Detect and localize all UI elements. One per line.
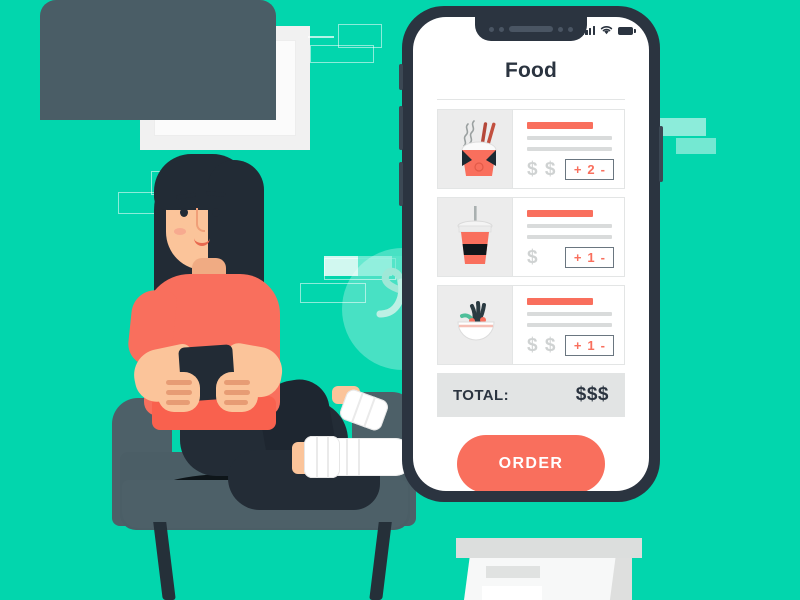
eye-left (180, 208, 188, 217)
noodle-takeout-box-icon (461, 120, 497, 176)
item-details: $ $ + 1 - (513, 286, 624, 364)
chair-backrest (40, 0, 276, 120)
item-thumbnail (438, 198, 513, 276)
cheek-blush (174, 228, 186, 235)
hand-right (216, 372, 258, 412)
delivery-box (456, 538, 642, 600)
notch-sensor-dot (558, 26, 563, 32)
cart-item-row[interactable]: $ + 1 - (437, 197, 625, 277)
item-price: $ $ (527, 335, 557, 356)
phone-silent-switch[interactable] (399, 64, 403, 90)
quantity-stepper[interactable]: + 1 - (564, 335, 614, 356)
item-thumbnail (438, 110, 513, 188)
total-value: $$$ (575, 384, 609, 405)
phone-power-button[interactable] (659, 126, 663, 182)
order-button[interactable]: ORDER (457, 435, 605, 491)
status-bar (581, 25, 636, 35)
box-label-bottom (482, 586, 542, 600)
item-price: $ $ (527, 159, 557, 180)
item-details: $ + 1 - (513, 198, 624, 276)
phone-volume-down-button[interactable] (399, 162, 403, 206)
salad-bowl-icon (457, 301, 495, 341)
item-desc-line (527, 235, 612, 239)
smartphone-mockup: Food $ $ + 2 - $ + 1 - $ $ + 1 - TOTAL: … (399, 6, 663, 502)
item-desc-line (527, 323, 612, 327)
item-price: $ (527, 247, 539, 268)
decrease-minus-button[interactable]: - (601, 163, 605, 176)
box-label-top (486, 566, 540, 578)
item-details: $ $ + 2 - (513, 110, 624, 188)
nose (196, 208, 205, 232)
page-title: Food (504, 59, 558, 82)
phone-screen: Food $ $ + 2 - $ + 1 - $ $ + 1 - TOTAL: … (413, 17, 649, 491)
total-label: TOTAL: (453, 386, 509, 404)
decrease-plus-button[interactable]: + (574, 163, 582, 176)
notch-sensor-dot (499, 26, 504, 32)
item-desc-line (527, 224, 612, 228)
chair-leg-left (153, 522, 176, 600)
quantity-value: 1 (587, 338, 595, 353)
deco-rect-right-4 (676, 138, 716, 154)
notch-sensor-dot (489, 26, 494, 32)
notch-camera-dot (568, 26, 573, 32)
cart-item-row[interactable]: $ $ + 1 - (437, 285, 625, 365)
box-lid (456, 538, 642, 558)
decrease-plus-button[interactable]: + (574, 251, 582, 264)
item-thumbnail (438, 286, 513, 364)
decrease-plus-button[interactable]: + (574, 339, 582, 352)
notch-speaker (509, 26, 553, 32)
drink-cup-icon (457, 206, 493, 264)
item-desc-line (527, 136, 612, 140)
item-name-placeholder (527, 210, 593, 217)
quantity-stepper[interactable]: + 1 - (564, 247, 614, 268)
battery-icon (618, 27, 636, 35)
cart-item-list: $ $ + 2 - $ + 1 - $ $ + 1 - (437, 109, 625, 373)
item-desc-line (527, 147, 612, 151)
illustration-canvas: Food $ $ + 2 - $ + 1 - $ $ + 1 - TOTAL: … (0, 0, 800, 600)
cart-item-row[interactable]: $ $ + 2 - (437, 109, 625, 189)
quantity-stepper[interactable]: + 2 - (564, 159, 614, 180)
hand-left (158, 372, 200, 412)
decrease-minus-button[interactable]: - (601, 339, 605, 352)
wifi-icon (600, 26, 613, 35)
item-desc-line (527, 312, 612, 316)
item-name-placeholder (527, 298, 593, 305)
item-name-placeholder (527, 122, 593, 129)
quantity-value: 1 (587, 250, 595, 265)
phone-notch (475, 17, 587, 41)
deco-rect-right-3 (660, 118, 706, 136)
quantity-value: 2 (587, 162, 595, 177)
order-total-row: TOTAL: $$$ (437, 373, 625, 417)
signal-bars-icon (581, 26, 595, 35)
chair-leg-right (369, 522, 392, 600)
frame-hanging-wire (308, 36, 334, 38)
deco-rect-top-right-2 (310, 45, 374, 63)
eye-right (212, 208, 220, 217)
sock-cuff-lower (304, 436, 340, 478)
phone-volume-up-button[interactable] (399, 106, 403, 150)
decrease-minus-button[interactable]: - (601, 251, 605, 264)
title-divider (437, 99, 625, 100)
